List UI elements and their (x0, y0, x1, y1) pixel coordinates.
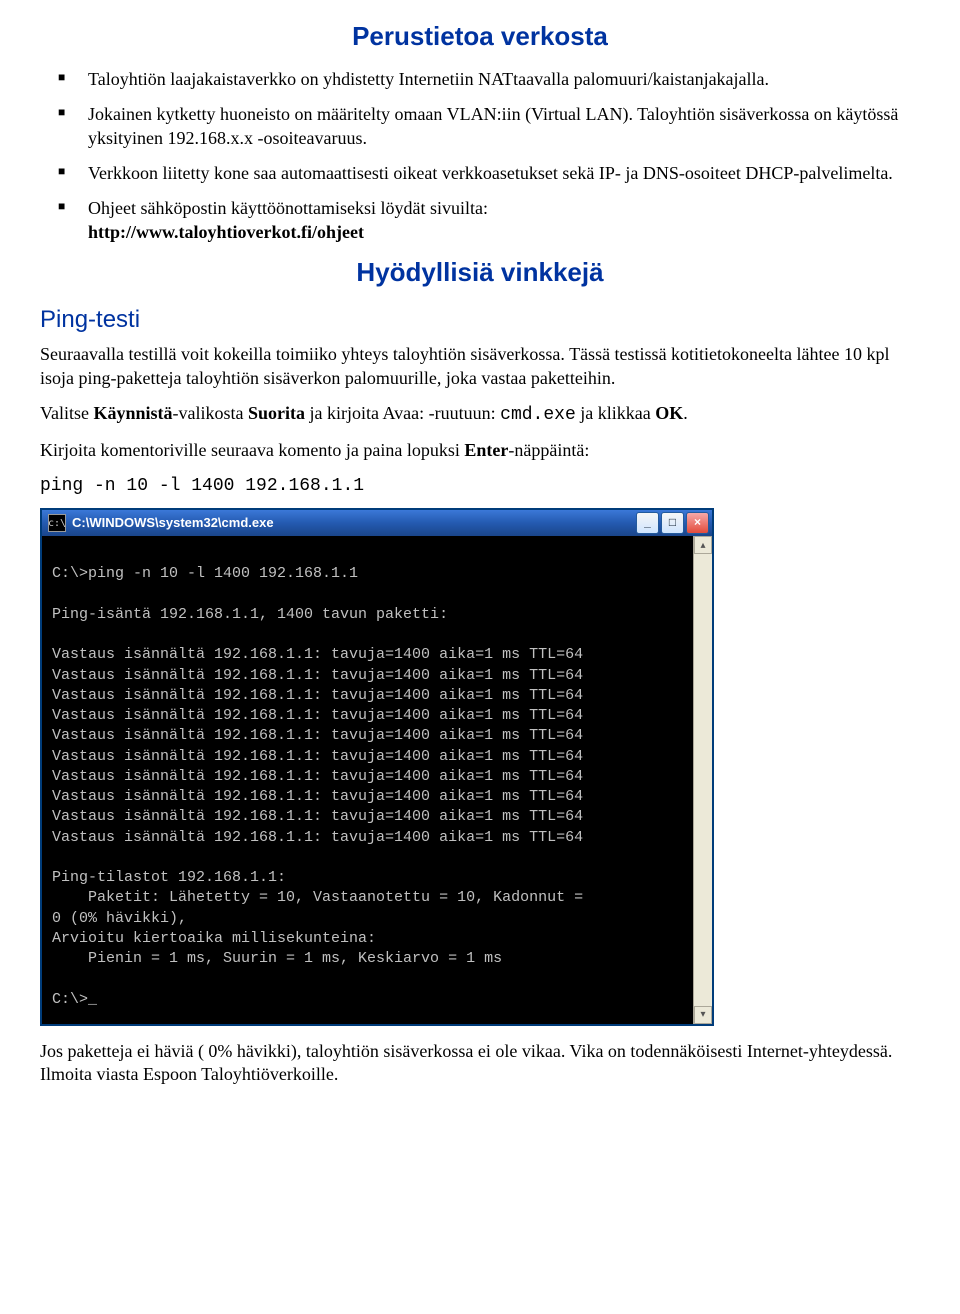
ping-intro-paragraph: Seuraavalla testillä voit kokeilla toimi… (40, 343, 920, 390)
page-title-main: Perustietoa verkosta (40, 20, 920, 54)
bullet-text: Ohjeet sähköpostin käyttöönottamiseksi l… (88, 198, 488, 218)
scrollbar[interactable]: ▴ ▾ (693, 536, 712, 1024)
email-instructions-link[interactable]: http://www.taloyhtioverkot.fi/ohjeet (88, 222, 364, 242)
ping-command-text: ping -n 10 -l 1400 192.168.1.1 (40, 475, 920, 498)
scroll-up-icon[interactable]: ▴ (694, 536, 712, 554)
section-ping-heading: Ping-testi (40, 304, 920, 335)
cmd-output-area[interactable]: C:\>ping -n 10 -l 1400 192.168.1.1 Ping-… (42, 536, 693, 1024)
page-title-tips: Hyödyllisiä vinkkejä (40, 256, 920, 290)
run-cmd-paragraph: Valitse Käynnistä-valikosta Suorita ja k… (40, 402, 920, 427)
cmd-window: c:\ C:\WINDOWS\system32\cmd.exe _ □ × C:… (40, 508, 714, 1026)
maximize-button[interactable]: □ (661, 512, 684, 534)
bullet-text: Jokainen kytketty huoneisto on määritelt… (88, 104, 898, 147)
bullet-text: Verkkoon liitetty kone saa automaattises… (88, 163, 893, 183)
bullet-item: Ohjeet sähköpostin käyttöönottamiseksi l… (88, 197, 920, 244)
scroll-down-icon[interactable]: ▾ (694, 1006, 712, 1024)
bullet-item: Taloyhtiön laajakaistaverkko on yhdistet… (88, 68, 920, 91)
close-button[interactable]: × (686, 512, 709, 534)
cmd-window-title: C:\WINDOWS\system32\cmd.exe (72, 515, 634, 532)
cmd-app-icon: c:\ (48, 514, 66, 532)
cmd-titlebar[interactable]: c:\ C:\WINDOWS\system32\cmd.exe _ □ × (42, 510, 712, 536)
bullet-item: Verkkoon liitetty kone saa automaattises… (88, 162, 920, 185)
bullet-text: Taloyhtiön laajakaistaverkko on yhdistet… (88, 69, 769, 89)
cmd-exe-code: cmd.exe (500, 405, 576, 425)
minimize-button[interactable]: _ (636, 512, 659, 534)
info-bullet-list: Taloyhtiön laajakaistaverkko on yhdistet… (40, 68, 920, 244)
bullet-item: Jokainen kytketty huoneisto on määritelt… (88, 103, 920, 150)
enter-command-paragraph: Kirjoita komentoriville seuraava komento… (40, 439, 920, 462)
final-paragraph: Jos paketteja ei häviä ( 0% hävikki), ta… (40, 1040, 920, 1087)
